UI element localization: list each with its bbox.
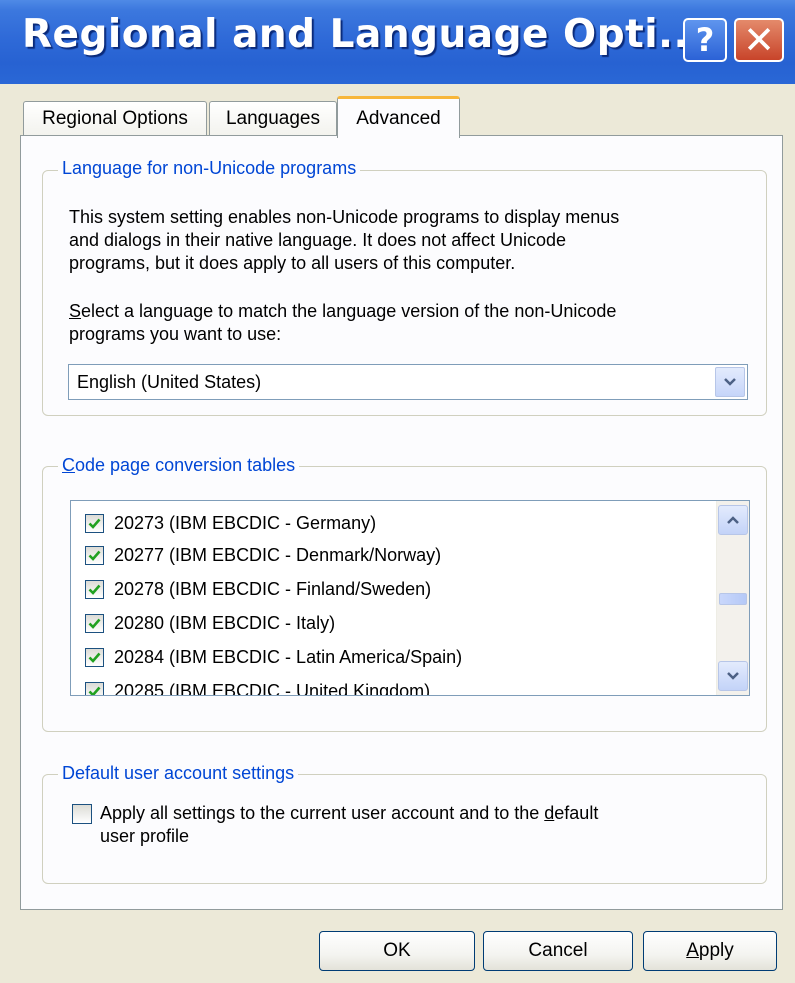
dropdown-button[interactable] xyxy=(715,367,745,397)
list-item-label: 20285 (IBM EBCDIC - United Kingdom) xyxy=(114,680,431,696)
checkmark-icon xyxy=(88,550,101,561)
prompt-text: elect a language to match the language v… xyxy=(81,301,617,321)
access-key: A xyxy=(686,940,699,961)
chevron-up-icon xyxy=(727,516,739,524)
checkbox[interactable] xyxy=(85,545,104,565)
list-item[interactable]: 20285 (IBM EBCDIC - United Kingdom) xyxy=(85,677,431,696)
close-button[interactable]: ✕ xyxy=(734,18,784,62)
list-item-label: 20273 (IBM EBCDIC - Germany) xyxy=(114,512,377,533)
checkbox[interactable] xyxy=(85,681,104,695)
non-unicode-description: This system setting enables non-Unicode … xyxy=(69,206,619,275)
scroll-up-button[interactable] xyxy=(718,505,748,535)
cancel-button[interactable]: Cancel xyxy=(483,931,633,971)
title-bar[interactable]: Regional and Language Opti... ? ✕ xyxy=(0,0,795,84)
list-item[interactable]: 20278 (IBM EBCDIC - Finland/Sweden) xyxy=(85,575,431,603)
apply-default-label[interactable]: Apply all settings to the current user a… xyxy=(100,802,598,848)
checkbox[interactable] xyxy=(85,579,104,599)
checkmark-icon xyxy=(88,686,101,695)
checkmark-icon xyxy=(88,618,101,629)
label-text-line2: user profile xyxy=(100,826,190,846)
tab-label: Regional Options xyxy=(42,107,188,129)
tab-label: Languages xyxy=(225,107,321,129)
select-language-prompt: Select a language to match the language … xyxy=(69,300,616,346)
checkmark-icon xyxy=(88,652,101,663)
checkmark-icon xyxy=(88,584,101,595)
tab-label: Advanced xyxy=(356,107,441,129)
button-label-rest: pply xyxy=(698,940,734,961)
access-key: C xyxy=(62,455,75,475)
apply-button[interactable]: Apply xyxy=(643,931,777,971)
scroll-thumb[interactable] xyxy=(719,593,747,605)
close-icon: ✕ xyxy=(743,18,775,62)
description-line: and dialogs in their native language. It… xyxy=(69,230,567,250)
selected-language: English (United States) xyxy=(77,372,262,392)
list-item[interactable]: 20273 (IBM EBCDIC - Germany) xyxy=(85,509,376,537)
access-key: d xyxy=(544,803,555,823)
checkbox[interactable] xyxy=(85,513,104,533)
tab-languages[interactable]: Languages xyxy=(209,101,337,135)
language-select[interactable]: English (United States) xyxy=(68,364,748,400)
code-page-list[interactable]: 20273 (IBM EBCDIC - Germany) 20277 (IBM … xyxy=(70,500,750,696)
non-unicode-group-title: Language for non-Unicode programs xyxy=(58,158,361,179)
list-item-label: 20284 (IBM EBCDIC - Latin America/Spain) xyxy=(114,646,463,667)
list-item-label: 20277 (IBM EBCDIC - Denmark/Norway) xyxy=(114,544,442,565)
list-item[interactable]: 20277 (IBM EBCDIC - Denmark/Norway) xyxy=(85,541,441,569)
description-line: programs, but it does apply to all users… xyxy=(69,253,516,273)
prompt-text-line2: programs you want to use: xyxy=(69,324,282,344)
window-title: Regional and Language Opti... xyxy=(22,12,705,57)
checkbox[interactable] xyxy=(85,647,104,667)
apply-default-checkbox[interactable] xyxy=(72,804,92,824)
checkbox[interactable] xyxy=(85,613,104,633)
list-item[interactable]: 20280 (IBM EBCDIC - Italy) xyxy=(85,609,335,637)
chevron-down-icon xyxy=(724,378,736,386)
button-label: OK xyxy=(383,940,411,961)
list-item-label: 20280 (IBM EBCDIC - Italy) xyxy=(114,612,336,633)
scroll-down-button[interactable] xyxy=(718,661,748,691)
code-page-group-title: Code page conversion tables xyxy=(58,455,300,476)
group-title-text: ode page conversion tables xyxy=(75,455,296,475)
chevron-down-icon xyxy=(727,672,739,680)
default-settings-group-title: Default user account settings xyxy=(58,763,299,784)
label-text: Apply all settings to the current user a… xyxy=(100,803,545,823)
access-key: S xyxy=(69,301,82,321)
vertical-scrollbar[interactable] xyxy=(716,501,749,695)
tab-regional-options[interactable]: Regional Options xyxy=(23,101,207,135)
description-line: This system setting enables non-Unicode … xyxy=(69,207,620,227)
list-item-label: 20278 (IBM EBCDIC - Finland/Sweden) xyxy=(114,578,432,599)
list-item[interactable]: 20284 (IBM EBCDIC - Latin America/Spain) xyxy=(85,643,462,671)
label-text: efault xyxy=(554,803,599,823)
help-icon: ? xyxy=(695,21,715,59)
tab-advanced[interactable]: Advanced xyxy=(337,96,460,138)
ok-button[interactable]: OK xyxy=(319,931,475,971)
checkmark-icon xyxy=(88,518,101,529)
help-button[interactable]: ? xyxy=(683,18,727,62)
button-label: Cancel xyxy=(528,940,588,961)
button-label: Apply xyxy=(686,940,734,962)
